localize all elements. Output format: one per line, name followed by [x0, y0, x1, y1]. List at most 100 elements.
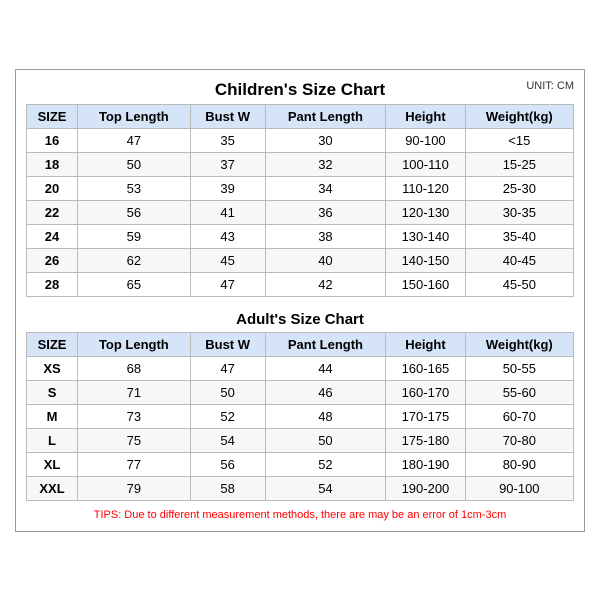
table-cell: 60-70 [465, 404, 573, 428]
table-cell: L [27, 428, 78, 452]
children-table-body: 1647353090-100<1518503732100-11015-25205… [27, 128, 574, 296]
table-row: 28654742150-16045-50 [27, 272, 574, 296]
table-cell: XXL [27, 476, 78, 500]
table-cell: 20 [27, 176, 78, 200]
table-cell: 45-50 [465, 272, 573, 296]
table-cell: 50 [190, 380, 265, 404]
table-cell: 175-180 [386, 428, 465, 452]
table-cell: M [27, 404, 78, 428]
adult-chart-title: Adult's Size Chart [26, 305, 574, 332]
adult-col-height: Height [386, 332, 465, 356]
table-cell: 52 [265, 452, 386, 476]
table-cell: 58 [190, 476, 265, 500]
table-cell: 39 [190, 176, 265, 200]
table-cell: 140-150 [386, 248, 465, 272]
table-row: M735248170-17560-70 [27, 404, 574, 428]
table-cell: 54 [190, 428, 265, 452]
table-cell: 25-30 [465, 176, 573, 200]
table-cell: 15-25 [465, 152, 573, 176]
table-cell: 34 [265, 176, 386, 200]
table-cell: 50 [78, 152, 191, 176]
table-cell: 37 [190, 152, 265, 176]
table-cell: 41 [190, 200, 265, 224]
table-cell: 36 [265, 200, 386, 224]
table-row: L755450175-18070-80 [27, 428, 574, 452]
adult-title-text: Adult's Size Chart [236, 311, 364, 328]
table-cell: 120-130 [386, 200, 465, 224]
adult-col-size: SIZE [27, 332, 78, 356]
table-cell: 40-45 [465, 248, 573, 272]
table-row: 22564136120-13030-35 [27, 200, 574, 224]
table-cell: 24 [27, 224, 78, 248]
table-cell: 79 [78, 476, 191, 500]
col-top-length: Top Length [78, 104, 191, 128]
table-cell: 50 [265, 428, 386, 452]
children-size-table: SIZE Top Length Bust W Pant Length Heigh… [26, 104, 574, 297]
children-header-row: SIZE Top Length Bust W Pant Length Heigh… [27, 104, 574, 128]
table-cell: 16 [27, 128, 78, 152]
tips-text: TIPS: Due to different measurement metho… [26, 509, 574, 521]
table-cell: 59 [78, 224, 191, 248]
table-cell: 35-40 [465, 224, 573, 248]
table-row: 18503732100-11015-25 [27, 152, 574, 176]
table-cell: 73 [78, 404, 191, 428]
adult-col-bust-w: Bust W [190, 332, 265, 356]
table-cell: XS [27, 356, 78, 380]
table-row: 26624540140-15040-45 [27, 248, 574, 272]
table-cell: 47 [78, 128, 191, 152]
adult-header-row: SIZE Top Length Bust W Pant Length Heigh… [27, 332, 574, 356]
table-cell: 170-175 [386, 404, 465, 428]
table-row: XXL795854190-20090-100 [27, 476, 574, 500]
table-cell: 53 [78, 176, 191, 200]
adult-col-weight: Weight(kg) [465, 332, 573, 356]
adult-col-top-length: Top Length [78, 332, 191, 356]
col-height: Height [386, 104, 465, 128]
table-cell: 190-200 [386, 476, 465, 500]
table-cell: 80-90 [465, 452, 573, 476]
table-cell: 47 [190, 356, 265, 380]
table-cell: 54 [265, 476, 386, 500]
table-cell: 90-100 [386, 128, 465, 152]
table-cell: XL [27, 452, 78, 476]
table-cell: 52 [190, 404, 265, 428]
size-chart-container: Children's Size Chart UNIT: CM SIZE Top … [15, 69, 585, 532]
table-cell: 30 [265, 128, 386, 152]
table-cell: 150-160 [386, 272, 465, 296]
table-cell: 62 [78, 248, 191, 272]
adult-col-pant-length: Pant Length [265, 332, 386, 356]
table-cell: 35 [190, 128, 265, 152]
children-chart-title: Children's Size Chart UNIT: CM [26, 80, 574, 100]
table-cell: 70-80 [465, 428, 573, 452]
table-row: XS684744160-16550-55 [27, 356, 574, 380]
table-cell: 30-35 [465, 200, 573, 224]
table-cell: 65 [78, 272, 191, 296]
table-cell: 43 [190, 224, 265, 248]
table-cell: 48 [265, 404, 386, 428]
col-size: SIZE [27, 104, 78, 128]
col-pant-length: Pant Length [265, 104, 386, 128]
children-title-text: Children's Size Chart [215, 80, 385, 99]
table-cell: 38 [265, 224, 386, 248]
table-cell: S [27, 380, 78, 404]
table-cell: 55-60 [465, 380, 573, 404]
table-cell: 45 [190, 248, 265, 272]
table-cell: 68 [78, 356, 191, 380]
table-cell: 90-100 [465, 476, 573, 500]
unit-label: UNIT: CM [526, 80, 574, 92]
table-cell: 50-55 [465, 356, 573, 380]
col-bust-w: Bust W [190, 104, 265, 128]
table-row: XL775652180-19080-90 [27, 452, 574, 476]
table-cell: 32 [265, 152, 386, 176]
table-row: S715046160-17055-60 [27, 380, 574, 404]
table-cell: 22 [27, 200, 78, 224]
table-cell: 75 [78, 428, 191, 452]
table-row: 24594338130-14035-40 [27, 224, 574, 248]
table-cell: 56 [190, 452, 265, 476]
table-cell: 26 [27, 248, 78, 272]
table-row: 20533934110-12025-30 [27, 176, 574, 200]
table-cell: 130-140 [386, 224, 465, 248]
table-cell: 77 [78, 452, 191, 476]
table-cell: 28 [27, 272, 78, 296]
table-cell: 71 [78, 380, 191, 404]
table-cell: 160-170 [386, 380, 465, 404]
